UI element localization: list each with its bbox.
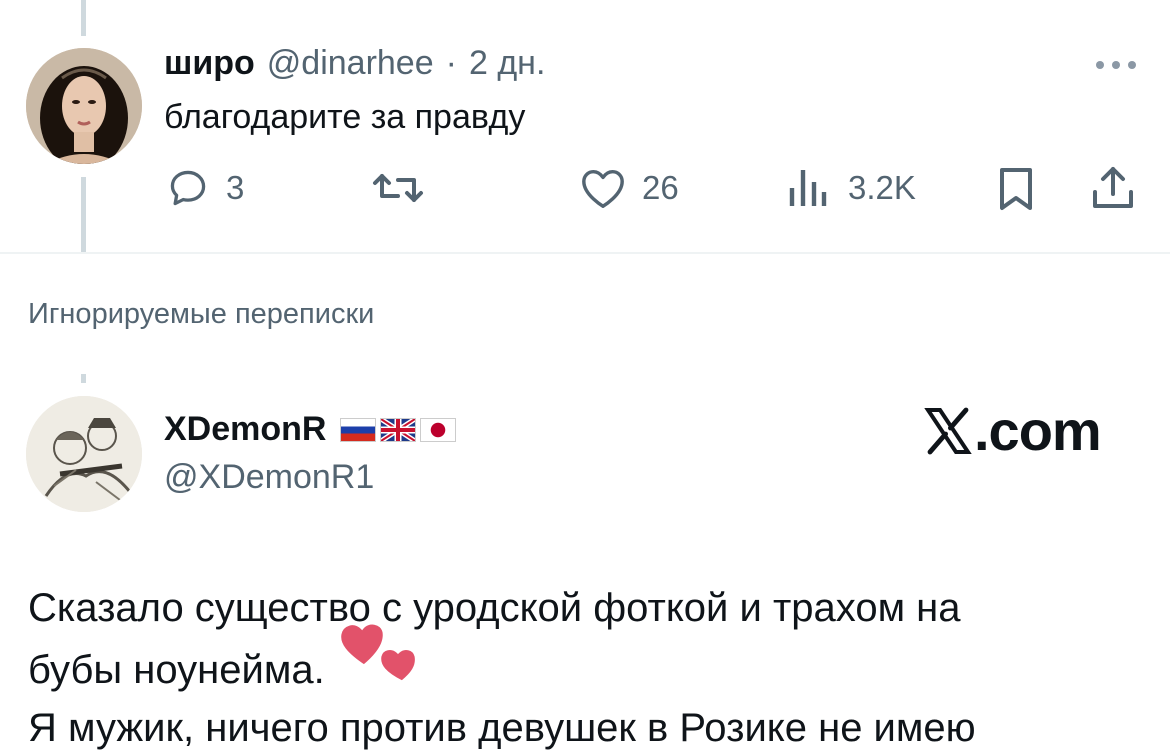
heart-icon xyxy=(582,169,624,208)
uk-flag-icon xyxy=(380,417,417,442)
thread-line-top xyxy=(81,0,86,36)
thread-line-bottom xyxy=(81,177,86,252)
repost-icon xyxy=(373,174,423,202)
post-text-line-2: бубы ноунейма. xyxy=(28,648,325,692)
share-icon xyxy=(1093,167,1133,208)
repost-button[interactable] xyxy=(370,166,426,210)
reply-text: благодарите за правду xyxy=(164,98,526,136)
comment-icon xyxy=(170,170,206,206)
bookmark-icon xyxy=(1000,168,1032,210)
x-com-logo: .com xyxy=(924,398,1102,463)
like-button[interactable]: 26 xyxy=(580,166,679,210)
flags-group xyxy=(340,417,457,442)
post-text-line-1: Сказало существо с уродской фоткой и тра… xyxy=(28,586,961,630)
reply-count: 3 xyxy=(226,169,245,206)
views-button[interactable]: 3.2K xyxy=(788,166,916,210)
views-count: 3.2K xyxy=(848,169,916,206)
x-logo-icon xyxy=(924,407,972,454)
post-header: XDemonR xyxy=(164,410,457,449)
reply-display-name[interactable]: широ xyxy=(164,44,255,83)
like-count: 26 xyxy=(642,169,679,206)
thread-line-dot xyxy=(81,374,86,383)
share-button[interactable] xyxy=(1090,164,1136,212)
reply-avatar[interactable] xyxy=(26,48,142,164)
more-icon[interactable] xyxy=(1094,56,1138,74)
reply-separator: · xyxy=(445,44,457,82)
reply-button[interactable]: 3 xyxy=(166,166,244,210)
japan-flag-icon xyxy=(420,417,457,442)
post-avatar[interactable] xyxy=(26,396,142,512)
hearts-sticker-icon xyxy=(336,616,432,686)
russia-flag-icon xyxy=(340,417,377,442)
reply-handle[interactable]: @dinarhee xyxy=(267,44,434,83)
divider xyxy=(0,252,1170,254)
reply-header: широ @dinarhee · 2 дн. xyxy=(164,44,545,83)
post-handle[interactable]: @XDemonR1 xyxy=(164,458,374,497)
ignored-conversations-label[interactable]: Игнорируемые переписки xyxy=(28,298,374,331)
views-icon xyxy=(789,170,827,206)
reply-time[interactable]: 2 дн. xyxy=(469,44,545,83)
post-display-name[interactable]: XDemonR xyxy=(164,410,326,449)
bookmark-button[interactable] xyxy=(996,166,1036,212)
x-com-logo-text: .com xyxy=(974,399,1102,462)
